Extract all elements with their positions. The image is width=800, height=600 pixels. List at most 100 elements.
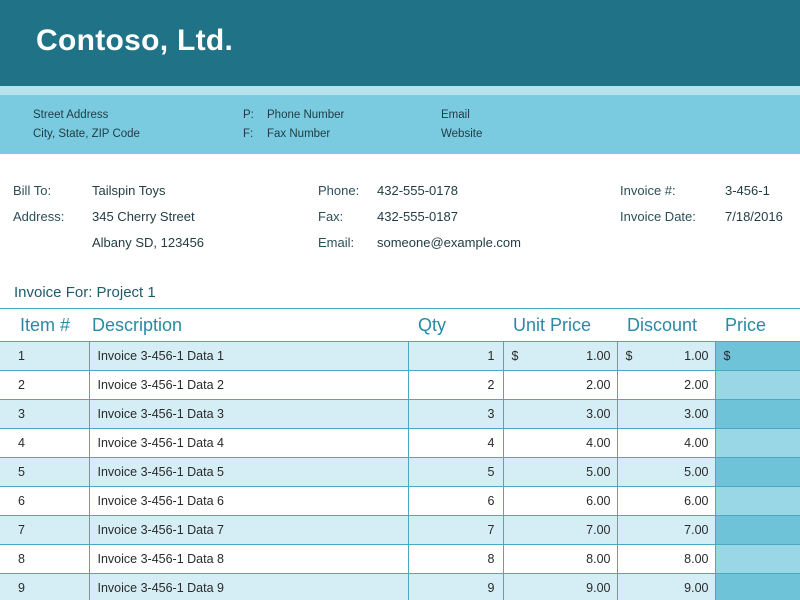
invoice-date[interactable]: 7/18/2016: [725, 209, 783, 224]
column-header-description[interactable]: Description: [89, 308, 408, 342]
price-cell[interactable]: [715, 399, 800, 429]
discount-cell-value: 2.00: [684, 378, 709, 392]
unit-price-cell[interactable]: 5.00: [503, 457, 618, 487]
discount-cell[interactable]: 5.00: [617, 457, 716, 487]
unit-price-cell-value: 8.00: [586, 552, 611, 566]
invoice-number[interactable]: 3-456-1: [725, 183, 770, 198]
description-cell[interactable]: Invoice 3-456-1 Data 8: [89, 544, 409, 574]
currency-symbol: $: [511, 349, 519, 363]
item-number-cell[interactable]: 5: [0, 457, 90, 487]
bill-to-label: Bill To:: [13, 183, 52, 198]
unit-price-cell[interactable]: 2.00: [503, 370, 618, 400]
line-items-body: 1 Invoice 3-456-1 Data 1 1 $1.00 $1.00 $2 Invo…: [0, 341, 800, 600]
company-name[interactable]: Contoso, Ltd.: [36, 24, 233, 58]
column-header-price[interactable]: Price: [715, 308, 800, 342]
qty-cell[interactable]: 6: [408, 486, 504, 516]
company-website[interactable]: Website: [441, 128, 482, 140]
address-label: Address:: [13, 209, 65, 224]
description-cell[interactable]: Invoice 3-456-1 Data 2: [89, 370, 409, 400]
discount-cell-value: 3.00: [684, 407, 709, 421]
street-address[interactable]: Street Address: [33, 109, 108, 121]
unit-price-cell-value: 7.00: [586, 523, 611, 537]
company-email[interactable]: Email: [441, 109, 470, 121]
column-header-item[interactable]: Item #: [0, 308, 89, 342]
item-number-cell[interactable]: 6: [0, 486, 90, 516]
company-phone[interactable]: Phone Number: [267, 109, 344, 121]
description-cell[interactable]: Invoice 3-456-1 Data 4: [89, 428, 409, 458]
unit-price-cell[interactable]: 7.00: [503, 515, 618, 545]
price-cell[interactable]: [715, 515, 800, 545]
discount-cell[interactable]: 2.00: [617, 370, 716, 400]
price-cell[interactable]: [715, 428, 800, 458]
description-cell[interactable]: Invoice 3-456-1 Data 9: [89, 573, 409, 600]
item-number-cell[interactable]: 1: [0, 341, 90, 371]
customer-email[interactable]: someone@example.com: [377, 235, 521, 250]
table-row: 4 Invoice 3-456-1 Data 4 4 4.00 4.00: [0, 428, 800, 458]
invoice-for-title[interactable]: Invoice For: Project 1: [14, 284, 156, 301]
discount-cell[interactable]: 8.00: [617, 544, 716, 574]
item-number-cell[interactable]: 3: [0, 399, 90, 429]
qty-cell[interactable]: 9: [408, 573, 504, 600]
unit-price-cell-value: 4.00: [586, 436, 611, 450]
unit-price-cell[interactable]: 3.00: [503, 399, 618, 429]
discount-cell[interactable]: 6.00: [617, 486, 716, 516]
table-row: 6 Invoice 3-456-1 Data 6 6 6.00 6.00: [0, 486, 800, 516]
customer-fax[interactable]: 432-555-0187: [377, 209, 458, 224]
discount-cell[interactable]: $1.00: [617, 341, 716, 371]
discount-cell-value: 4.00: [684, 436, 709, 450]
unit-price-cell[interactable]: $1.00: [503, 341, 618, 371]
unit-price-cell[interactable]: 8.00: [503, 544, 618, 574]
column-header-unit-price[interactable]: Unit Price: [503, 308, 617, 342]
description-cell[interactable]: Invoice 3-456-1 Data 1: [89, 341, 409, 371]
price-cell[interactable]: $: [715, 341, 800, 371]
currency-symbol: $: [723, 349, 731, 363]
column-header-discount[interactable]: Discount: [617, 308, 715, 342]
unit-price-cell-value: 3.00: [586, 407, 611, 421]
item-number-cell[interactable]: 9: [0, 573, 90, 600]
item-number-cell[interactable]: 8: [0, 544, 90, 574]
qty-cell[interactable]: 1: [408, 341, 504, 371]
table-row: 9 Invoice 3-456-1 Data 9 9 9.00 9.00: [0, 573, 800, 600]
item-number-cell[interactable]: 7: [0, 515, 90, 545]
customer-phone[interactable]: 432-555-0178: [377, 183, 458, 198]
discount-cell-value: 5.00: [684, 465, 709, 479]
unit-price-cell[interactable]: 9.00: [503, 573, 618, 600]
header-band: Contoso, Ltd.: [0, 0, 800, 86]
discount-cell[interactable]: 4.00: [617, 428, 716, 458]
qty-cell[interactable]: 4: [408, 428, 504, 458]
phone-prefix-label: P:: [243, 109, 254, 121]
price-cell[interactable]: [715, 544, 800, 574]
unit-price-cell[interactable]: 4.00: [503, 428, 618, 458]
price-cell[interactable]: [715, 573, 800, 600]
qty-cell[interactable]: 2: [408, 370, 504, 400]
description-cell[interactable]: Invoice 3-456-1 Data 5: [89, 457, 409, 487]
qty-cell[interactable]: 3: [408, 399, 504, 429]
price-cell[interactable]: [715, 457, 800, 487]
qty-cell[interactable]: 8: [408, 544, 504, 574]
currency-symbol: $: [625, 349, 633, 363]
address-line-2[interactable]: Albany SD, 123456: [92, 235, 204, 250]
table-row: 8 Invoice 3-456-1 Data 8 8 8.00 8.00: [0, 544, 800, 574]
unit-price-cell[interactable]: 6.00: [503, 486, 618, 516]
column-header-qty[interactable]: Qty: [408, 308, 503, 342]
item-number-cell[interactable]: 2: [0, 370, 90, 400]
price-cell[interactable]: [715, 370, 800, 400]
unit-price-cell-value: 9.00: [586, 581, 611, 595]
city-state-zip[interactable]: City, State, ZIP Code: [33, 128, 140, 140]
description-cell[interactable]: Invoice 3-456-1 Data 6: [89, 486, 409, 516]
company-fax[interactable]: Fax Number: [267, 128, 330, 140]
discount-cell[interactable]: 3.00: [617, 399, 716, 429]
price-cell[interactable]: [715, 486, 800, 516]
header-divider-strip: [0, 86, 800, 95]
bill-to-name[interactable]: Tailspin Toys: [92, 183, 165, 198]
item-number-cell[interactable]: 4: [0, 428, 90, 458]
discount-cell[interactable]: 7.00: [617, 515, 716, 545]
description-cell[interactable]: Invoice 3-456-1 Data 7: [89, 515, 409, 545]
address-line-1[interactable]: 345 Cherry Street: [92, 209, 195, 224]
qty-cell[interactable]: 7: [408, 515, 504, 545]
qty-cell[interactable]: 5: [408, 457, 504, 487]
discount-cell[interactable]: 9.00: [617, 573, 716, 600]
discount-cell-value: 6.00: [684, 494, 709, 508]
description-cell[interactable]: Invoice 3-456-1 Data 3: [89, 399, 409, 429]
company-contact-band: Street Address City, State, ZIP Code P: …: [0, 95, 800, 154]
